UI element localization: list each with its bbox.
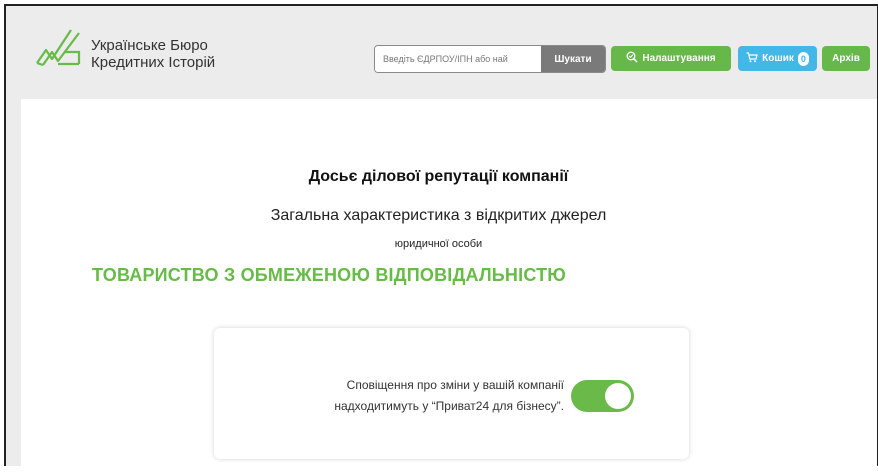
cart-button[interactable]: Кошик 0 [738, 46, 817, 71]
report-content: Досьє ділової репутації компанії Загальн… [21, 99, 877, 466]
settings-label: Налаштування [642, 53, 716, 64]
brand-name[interactable]: Українське Бюро Кредитних Історій [91, 37, 215, 71]
cart-icon [746, 51, 758, 66]
notification-text: Сповіщення про зміни у вашій компанії на… [254, 375, 564, 417]
page-title: Досьє ділової репутації компанії [308, 168, 569, 185]
search-input[interactable] [375, 46, 541, 72]
logo-icon[interactable] [34, 28, 82, 66]
search-button[interactable]: Шукати [541, 46, 605, 72]
notification-line-2: надходитимуть у “Приват24 для бізнесу”. [334, 399, 564, 413]
archive-button[interactable]: Архів [822, 46, 870, 71]
search-box: Шукати [374, 45, 606, 73]
company-name: ТОВАРИСТВО З ОБМЕЖЕНОЮ ВІДПОВІДАЛЬНІСТЮ [92, 265, 567, 285]
cart-count-badge: 0 [797, 51, 809, 66]
notification-toggle[interactable] [571, 380, 634, 412]
entity-type: юридичної особи [394, 238, 483, 250]
page-frame: Українське Бюро Кредитних Історій Шукати… [4, 4, 878, 466]
header: Українське Бюро Кредитних Історій Шукати… [6, 6, 877, 99]
brand-line-2: Кредитних Історій [91, 54, 216, 71]
settings-button[interactable]: Налаштування [611, 46, 731, 71]
notification-card: Сповіщення про зміни у вашій компанії на… [214, 328, 689, 459]
cart-label: Кошик [762, 53, 794, 64]
toggle-knob [605, 383, 631, 409]
page-subtitle: Загальна характеристика з відкритих джер… [270, 207, 607, 224]
settings-icon [626, 51, 638, 66]
brand-line-1: Українське Бюро [91, 37, 208, 54]
notification-line-1: Сповіщення про зміни у вашій компанії [346, 378, 564, 392]
